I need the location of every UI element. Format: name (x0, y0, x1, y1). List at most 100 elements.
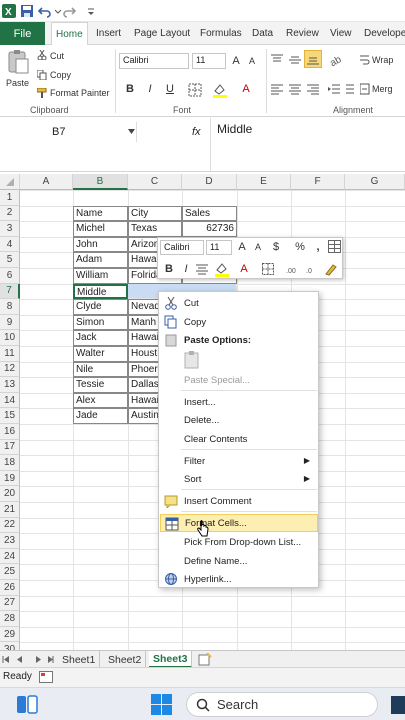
tab-insert[interactable]: Insert (92, 22, 125, 45)
cut-icon[interactable] (37, 50, 47, 60)
menu-item-hyperlink[interactable]: Hyperlink... (160, 570, 318, 588)
fill-color-icon[interactable] (212, 82, 228, 98)
row-header[interactable]: 18 (0, 455, 20, 471)
menu-item-filter[interactable]: Filter ▶ (160, 452, 318, 470)
row-header[interactable]: 2 (0, 205, 20, 222)
column-header[interactable]: E (237, 174, 291, 190)
menu-item-copy[interactable]: Copy (160, 313, 318, 331)
mini-bold-button[interactable]: B (161, 261, 177, 277)
row-header[interactable]: 29 (0, 626, 20, 643)
menu-item-clear-contents[interactable]: Clear Contents (160, 430, 318, 448)
indent-icon[interactable] (328, 82, 356, 96)
align-top-icon[interactable] (270, 53, 284, 67)
italic-button[interactable]: I (142, 81, 158, 97)
grow-font-button[interactable]: A (228, 53, 244, 69)
row-header[interactable]: 7 (0, 283, 20, 300)
sheet-tab[interactable]: Sheet1 (58, 651, 101, 668)
customize-toolbar-icon[interactable] (86, 4, 100, 18)
row-header[interactable]: 9 (0, 314, 20, 331)
tab-view[interactable]: View (326, 22, 356, 45)
macro-recording-icon[interactable] (39, 671, 53, 683)
name-box[interactable]: B7 (2, 122, 137, 142)
undo-icon[interactable] (38, 4, 52, 18)
menu-item-sort[interactable]: Sort ▶ (160, 470, 318, 488)
table-header-cell[interactable]: City (128, 205, 182, 222)
orientation-icon[interactable]: ab (330, 53, 346, 67)
menu-item-insert-comment[interactable]: Insert Comment (160, 492, 318, 510)
table-header-cell[interactable]: Name (73, 205, 128, 222)
mini-shrink-font-button[interactable]: A (250, 239, 266, 255)
copy-icon[interactable] (37, 70, 47, 80)
row-header[interactable]: 5 (0, 252, 20, 268)
cut-button[interactable]: Cut (50, 51, 64, 61)
font-color-button[interactable]: A (238, 81, 254, 97)
table-cell[interactable]: Jack (73, 330, 128, 346)
row-header[interactable]: 17 (0, 439, 20, 456)
row-header[interactable]: 30 (0, 642, 20, 650)
borders-icon[interactable] (188, 83, 202, 97)
select-all-corner[interactable] (0, 174, 20, 190)
underline-button[interactable]: U (162, 81, 178, 97)
row-header[interactable]: 3 (0, 221, 20, 237)
wrap-text-icon[interactable] (360, 53, 370, 67)
row-header[interactable]: 4 (0, 236, 20, 253)
align-bottom-icon[interactable] (304, 50, 322, 68)
row-header[interactable]: 12 (0, 361, 20, 378)
menu-item-pick-dropdown[interactable]: Pick From Drop-down List... (160, 533, 318, 551)
table-cell[interactable]: Alex (73, 392, 128, 409)
shrink-font-button[interactable]: A (244, 53, 260, 69)
formula-input[interactable]: Middle (210, 118, 405, 172)
start-windows-icon[interactable] (151, 694, 172, 715)
table-cell[interactable]: John (73, 236, 128, 253)
copy-button[interactable]: Copy (50, 70, 71, 80)
bold-button[interactable]: B (122, 81, 138, 97)
percent-style-button[interactable]: % (292, 239, 308, 255)
table-header-cell[interactable]: Sales (182, 205, 237, 222)
row-header[interactable]: 1 (0, 190, 20, 206)
tab-formulas[interactable]: Formulas (196, 22, 246, 45)
row-header[interactable]: 27 (0, 595, 20, 612)
row-header[interactable]: 14 (0, 392, 20, 409)
menu-item-paste-special[interactable]: Paste Special... (160, 371, 318, 389)
table-cell[interactable]: Nile (73, 361, 128, 378)
tab-review[interactable]: Review (282, 22, 323, 45)
tab-data[interactable]: Data (248, 22, 277, 45)
column-header[interactable]: G (345, 174, 405, 190)
row-header[interactable]: 24 (0, 548, 20, 565)
align-right-icon[interactable] (306, 82, 320, 96)
align-center-icon[interactable] (196, 263, 208, 275)
table-cell[interactable]: Adam (73, 252, 128, 268)
row-header[interactable]: 25 (0, 564, 20, 580)
align-middle-icon[interactable] (288, 53, 302, 67)
merge-button[interactable]: Merg (372, 84, 393, 94)
table-cell[interactable]: William (73, 268, 128, 284)
increase-decimal-icon[interactable]: .00 (286, 263, 300, 275)
table-cell[interactable]: Jade (73, 408, 128, 424)
tab-page-layout[interactable]: Page Layout (130, 22, 194, 45)
borders-icon[interactable] (262, 263, 274, 275)
column-header[interactable]: F (291, 174, 345, 190)
fill-color-icon[interactable] (214, 261, 230, 277)
menu-item-cut[interactable]: Cut (160, 294, 318, 312)
menu-item-define-name[interactable]: Define Name... (160, 552, 318, 570)
mini-italic-button[interactable]: I (178, 261, 194, 277)
tab-developer[interactable]: Develope (360, 22, 405, 45)
row-header[interactable]: 10 (0, 330, 20, 346)
widgets-icon[interactable] (16, 695, 38, 714)
column-header[interactable]: D (182, 174, 237, 190)
active-cell[interactable]: Middle (73, 283, 128, 300)
accounting-format-button[interactable]: $ (268, 239, 284, 255)
format-painter-icon[interactable] (37, 88, 47, 98)
font-name-combo[interactable]: Calibri (119, 53, 189, 69)
table-cell[interactable]: Clyde (73, 299, 128, 315)
comma-style-button[interactable]: , (310, 239, 326, 255)
row-header[interactable]: 8 (0, 299, 20, 315)
table-cell[interactable]: 62736 (182, 221, 237, 237)
chevron-down-icon[interactable] (128, 129, 135, 134)
align-center-icon[interactable] (288, 82, 302, 96)
taskbar-app-icon[interactable] (391, 696, 405, 714)
align-left-icon[interactable] (270, 82, 284, 96)
mini-font-color-button[interactable]: A (236, 261, 252, 277)
mini-grow-font-button[interactable]: A (234, 239, 250, 255)
table-cell[interactable]: Michel (73, 221, 128, 237)
